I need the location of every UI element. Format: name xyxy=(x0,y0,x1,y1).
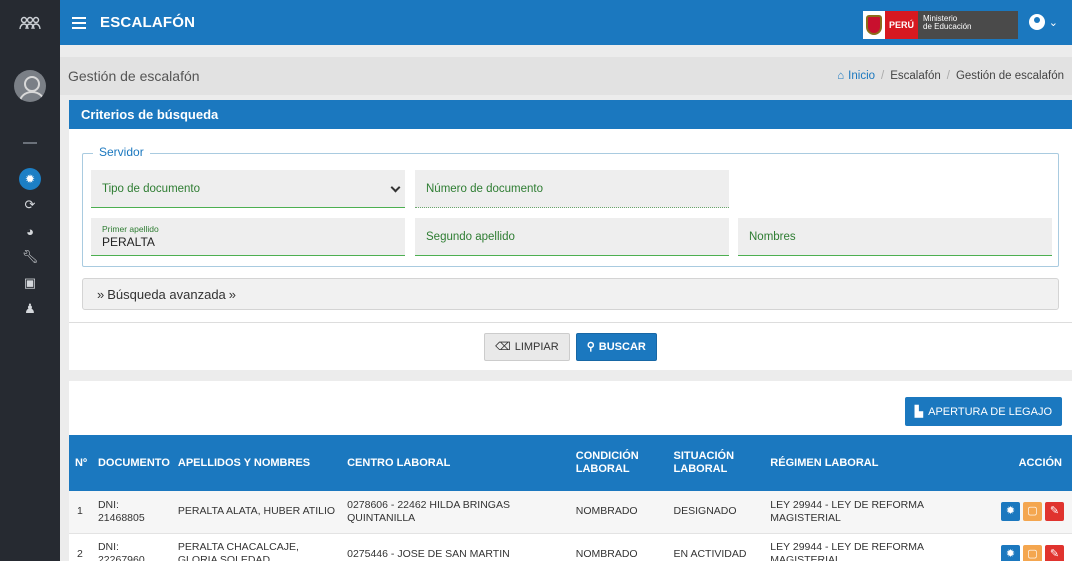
breadcrumb-home[interactable]: ⌂ Inicio xyxy=(837,70,875,82)
col-names: APELLIDOS Y NOMBRES xyxy=(177,456,311,469)
chevron-down-icon: ⌄ xyxy=(1048,16,1058,29)
bell-icon: ♟ xyxy=(24,301,36,316)
page-header: Gestión de escalafón ⌂ Inicio / Escalafó… xyxy=(60,57,1072,95)
second-surname-input[interactable]: Segundo apellido xyxy=(415,218,729,256)
table-header-row: Nº DOCUMENTO APELLIDOS Y NOMBRES CENTRO … xyxy=(69,435,1072,491)
settings-action-icon[interactable]: ✹ xyxy=(1001,502,1020,522)
sidebar-item-refresh[interactable]: ⟳ xyxy=(0,192,60,218)
double-chevron-down-icon: »​ xyxy=(97,286,105,302)
col-regime: RÉGIMEN LABORAL xyxy=(770,456,879,469)
refresh-icon: ⟳ xyxy=(24,197,36,212)
sidebar-divider xyxy=(23,142,37,144)
user-menu-button[interactable]: ⌄ xyxy=(1028,14,1058,30)
clear-button[interactable]: ⌫ LIMPIAR xyxy=(484,332,570,361)
advanced-search-toggle[interactable]: »​ Búsqueda avanzada » xyxy=(82,278,1059,310)
breadcrumb-escalafon[interactable]: Escalafón xyxy=(890,70,941,82)
names-input[interactable]: Nombres xyxy=(738,218,1052,256)
document-action-icon[interactable]: ▢ xyxy=(1023,544,1042,561)
hamburger-menu-icon[interactable] xyxy=(72,14,86,32)
search-button[interactable]: ⚲ BUSCAR xyxy=(575,332,657,361)
page-title: Gestión de escalafón xyxy=(68,68,200,84)
search-actions: ⌫ LIMPIAR ⚲ BUSCAR xyxy=(69,322,1072,370)
ministry-logo: PERÚ Ministerio de Educación xyxy=(863,11,1018,39)
table-row: 1 DNI: 21468805 PERALTA ALATA, HUBER ATIL… xyxy=(69,491,1072,534)
top-header: ESCALAFÓN PERÚ Ministerio de Educación ⌄ xyxy=(60,0,1072,45)
file-icon: ▙ xyxy=(914,406,924,418)
sidebar-item-gear[interactable]: ✹ xyxy=(0,166,60,192)
sidebar: ✹ ⟳ ◕ 🔧︎ ▣ ♟ xyxy=(0,0,60,561)
sidebar-item-id-card[interactable]: ▣ xyxy=(0,270,60,296)
table-row: 2 DNI: 22267960 PERALTA CHACALCAJE, GLORI… xyxy=(69,533,1072,561)
gear-icon: ✹ xyxy=(19,168,41,190)
col-action: ACCIÓN xyxy=(1018,456,1062,469)
settings-action-icon[interactable]: ✹ xyxy=(1001,544,1020,561)
logo-ministry: Ministerio de Educación xyxy=(918,11,1018,39)
col-condition: CONDICIÓN LABORAL xyxy=(575,450,639,475)
wrench-action-icon[interactable]: ✎ xyxy=(1045,544,1064,561)
search-icon: ⚲ xyxy=(586,341,595,353)
sidebar-item-wrench[interactable]: 🔧︎ xyxy=(0,244,60,270)
pie-chart-icon: ◕ xyxy=(26,223,34,239)
breadcrumb: ⌂ Inicio / Escalafón / Gestión de escala… xyxy=(837,70,1064,82)
col-workplace: CENTRO LABORAL xyxy=(347,456,451,469)
eraser-icon: ⌫ xyxy=(495,341,511,353)
logo-country: PERÚ xyxy=(885,11,919,39)
search-panel: Criterios de búsqueda Servidor Tipo de d… xyxy=(69,100,1072,370)
sidebar-item-chart[interactable]: ◕ xyxy=(0,218,60,244)
search-panel-title: Criterios de búsqueda xyxy=(69,100,1072,129)
first-surname-input[interactable]: Primer apellido PERALTA xyxy=(91,218,405,256)
results-panel: ▙ APERTURA DE LEGAJO Nº DOCUMENTO APELLI… xyxy=(69,381,1072,561)
wrench-icon: 🔧︎ xyxy=(21,249,39,264)
document-action-icon[interactable]: ▢ xyxy=(1023,502,1042,522)
home-icon: ⌂ xyxy=(837,70,845,82)
servidor-fieldset: Servidor Tipo de documento Número de doc… xyxy=(82,145,1059,267)
results-table: Nº DOCUMENTO APELLIDOS Y NOMBRES CENTRO … xyxy=(69,435,1072,561)
app-title: ESCALAFÓN xyxy=(100,14,196,31)
document-type-select[interactable]: Tipo de documento xyxy=(91,170,405,208)
double-chevron-down-icon: » xyxy=(228,286,237,302)
user-avatar[interactable] xyxy=(14,70,46,102)
user-circle-icon xyxy=(1028,14,1045,30)
open-file-button[interactable]: ▙ APERTURA DE LEGAJO xyxy=(904,397,1062,426)
col-number: Nº xyxy=(75,456,87,469)
wrench-action-icon[interactable]: ✎ xyxy=(1045,502,1064,522)
col-document: DOCUMENTO xyxy=(97,456,170,469)
breadcrumb-current: Gestión de escalafón xyxy=(955,70,1064,82)
app-logo-icon[interactable] xyxy=(0,0,60,45)
sidebar-item-notifications[interactable]: ♟ xyxy=(0,296,60,322)
document-number-input[interactable]: Número de documento xyxy=(415,170,729,208)
servidor-legend: Servidor xyxy=(93,145,150,159)
id-card-icon: ▣ xyxy=(23,275,37,290)
col-situation: SITUACIÓN LABORAL xyxy=(673,450,735,475)
coat-of-arms-icon xyxy=(863,11,885,39)
